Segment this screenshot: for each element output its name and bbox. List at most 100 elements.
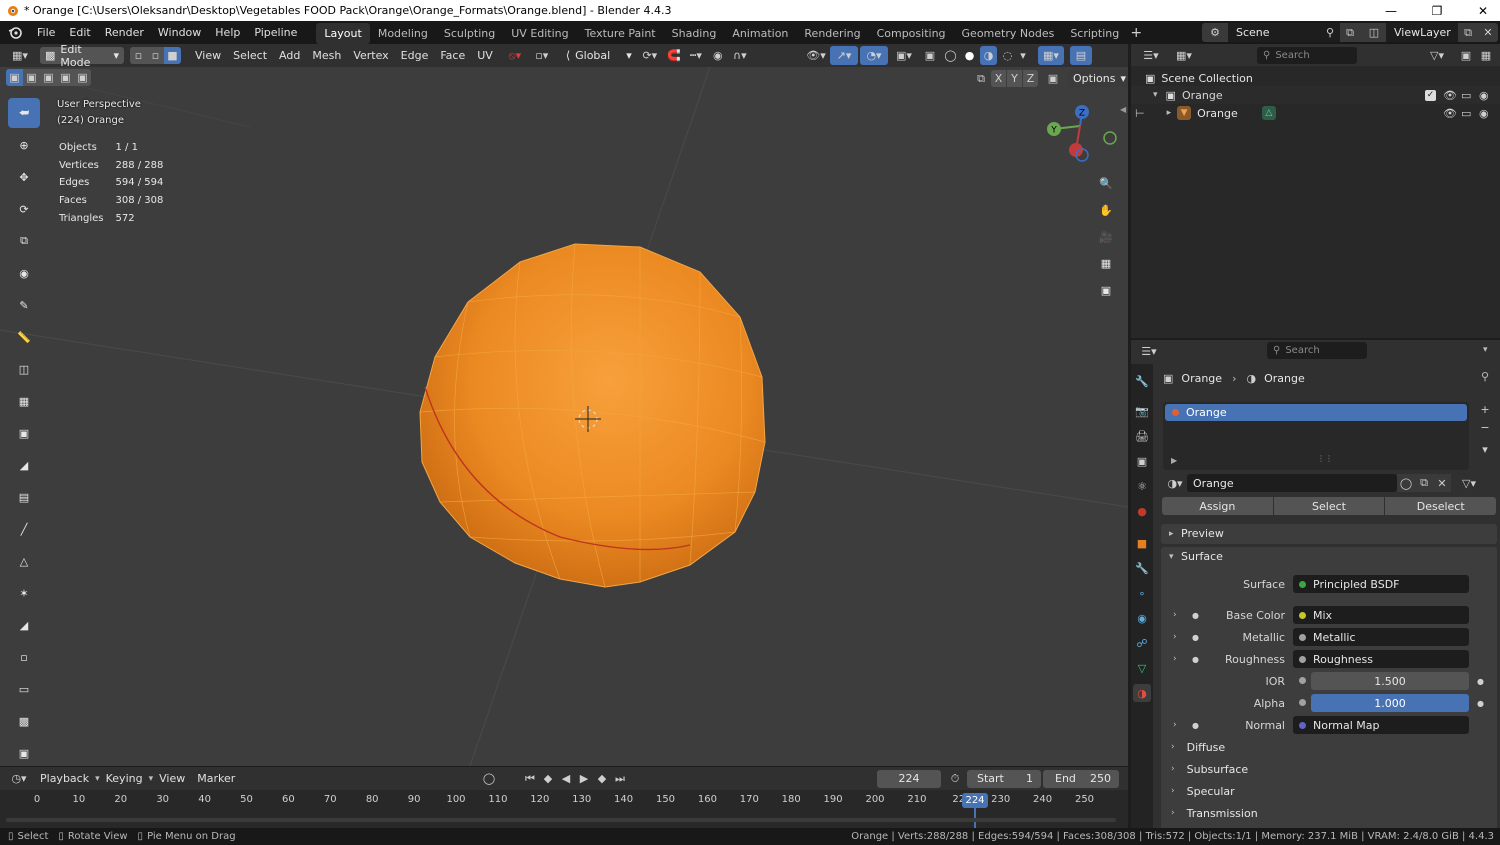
tab-shading[interactable]: Shading	[664, 23, 725, 44]
end-frame-field[interactable]: End 250	[1043, 769, 1119, 788]
outliner-editor-icon[interactable]: ☰▾	[1139, 47, 1163, 64]
edge-slide-tool-icon[interactable]: ▫	[8, 642, 40, 672]
menu-view-timeline[interactable]: View	[153, 769, 191, 788]
chevron-right-icon[interactable]: ▶	[1171, 456, 1177, 465]
select-box-tool-icon[interactable]: ⮨	[8, 98, 40, 128]
tab-layout[interactable]: Layout	[316, 23, 370, 44]
options-dropdown[interactable]: Options ▾	[1068, 70, 1128, 87]
new-collection-icon[interactable]: ▣	[1457, 47, 1475, 64]
material-browse-icon[interactable]: ◑▾	[1163, 474, 1187, 492]
chevron-right-icon[interactable]: ›	[1173, 720, 1177, 730]
close-icon[interactable]: ✕	[1460, 0, 1500, 21]
eye-icon[interactable]: 👁	[1443, 107, 1457, 120]
slot-specials-icon[interactable]: ▾	[1477, 441, 1493, 457]
cursor-tool-icon[interactable]: ⊕	[8, 130, 40, 160]
pin-scene-icon[interactable]: ⚲	[1320, 23, 1340, 42]
base-color-field[interactable]: Mix	[1293, 606, 1469, 624]
outliner-search-input[interactable]: ⚲ Search	[1257, 47, 1357, 64]
material-name-field[interactable]: Orange	[1187, 474, 1397, 492]
stopwatch-icon[interactable]: ⏱	[946, 772, 964, 786]
extrude-tool-icon[interactable]: ▦	[8, 386, 40, 416]
inset-tool-icon[interactable]: ▣	[8, 418, 40, 448]
select-new-icon[interactable]: ▣	[6, 69, 23, 86]
start-frame-field[interactable]: Start 1	[967, 769, 1041, 788]
timeline-editor-icon[interactable]: ◷▾	[4, 769, 34, 788]
modifier-tab-icon[interactable]: 🔧	[1134, 559, 1150, 577]
editor-type-icon[interactable]: ▦▾	[4, 46, 36, 65]
poly-build-tool-icon[interactable]: △	[8, 546, 40, 576]
preview-panel-header[interactable]: ▸ Preview	[1161, 524, 1497, 544]
chevron-right-icon[interactable]: ›	[1173, 610, 1177, 620]
chevron-right-icon[interactable]: ›	[1173, 632, 1177, 642]
menu-edit[interactable]: Edit	[62, 21, 97, 44]
duplicate-material-icon[interactable]: ⧉	[1415, 474, 1433, 492]
gizmo-toggle-icon[interactable]: ↗▾	[830, 46, 858, 65]
knife-tool-icon[interactable]: ╱	[8, 514, 40, 544]
unlink-material-icon[interactable]: ✕	[1433, 474, 1451, 492]
constraints-tab-icon[interactable]: ☍	[1134, 634, 1150, 652]
proportional-edit-icon[interactable]: ◉	[707, 49, 729, 62]
mode-dropdown[interactable]: ▩ Edit Mode ▾	[40, 43, 124, 69]
pan-hand-icon[interactable]: ✋	[1094, 198, 1118, 222]
outliner-scene-collection[interactable]: ▣ Scene Collection	[1145, 69, 1253, 87]
camera-icon[interactable]: ◉	[1479, 107, 1489, 120]
menu-keying[interactable]: Keying	[100, 769, 149, 788]
menu-vertex[interactable]: Vertex	[347, 46, 394, 65]
tab-modeling[interactable]: Modeling	[370, 23, 436, 44]
scene-field[interactable]: Scene	[1228, 23, 1320, 42]
select-intersect-icon[interactable]: ▣	[74, 69, 91, 86]
menu-edge[interactable]: Edge	[395, 46, 435, 65]
menu-add[interactable]: Add	[273, 46, 306, 65]
transform-tool-icon[interactable]: ◉	[8, 258, 40, 288]
orientation-dropdown[interactable]: ⟨ Global ▾	[560, 47, 637, 64]
mirror-z-toggle[interactable]: Z	[1023, 70, 1038, 87]
select-invert-icon[interactable]: ▣	[57, 69, 74, 86]
monitor-icon[interactable]: ▭	[1461, 89, 1471, 102]
roughness-field[interactable]: Roughness	[1293, 650, 1469, 668]
chevron-right-icon[interactable]: ›	[1173, 654, 1177, 664]
tool-tab-icon[interactable]: 🔧	[1134, 372, 1150, 390]
tab-sculpting[interactable]: Sculpting	[436, 23, 503, 44]
tab-compositing[interactable]: Compositing	[869, 23, 954, 44]
outliner-collection-row[interactable]: ▾ ▣ Orange ✓ 👁 ▭ ◉	[1131, 86, 1500, 104]
pivot-icon[interactable]: ⟳▾	[637, 49, 663, 62]
face-select-icon[interactable]: ■	[164, 47, 181, 64]
prev-keyframe-icon[interactable]: ◆	[540, 772, 556, 786]
viewlayer-browse-icon[interactable]: ◫	[1362, 23, 1386, 42]
timeline-scrollbar[interactable]	[6, 818, 1116, 822]
delete-viewlayer-icon[interactable]: ✕	[1478, 23, 1498, 42]
data-tab-icon[interactable]: ▽	[1134, 659, 1150, 677]
play-icon[interactable]: ▶	[576, 772, 592, 786]
mirror-y-toggle[interactable]: Y	[1007, 70, 1022, 87]
wireframe-shading-icon[interactable]: ◯	[942, 46, 959, 65]
menu-window[interactable]: Window	[151, 21, 208, 44]
menu-file[interactable]: File	[30, 21, 62, 44]
new-viewlayer-icon[interactable]: ⧉	[1458, 23, 1478, 42]
move-tool-icon[interactable]: ✥	[8, 162, 40, 192]
subpanel-diffuse[interactable]: › Diffuse	[1171, 738, 1225, 756]
material-tab-icon[interactable]: ◑	[1133, 684, 1151, 702]
mirror-icon[interactable]: ⧉	[972, 70, 990, 87]
alpha-slider[interactable]: 1.000	[1311, 694, 1469, 712]
snap-icon[interactable]: 🧲	[663, 49, 685, 62]
menu-face[interactable]: Face	[434, 46, 471, 65]
jump-start-icon[interactable]: ⏮	[522, 772, 538, 786]
scale-tool-icon[interactable]: ⧉	[8, 226, 40, 256]
subpanel-transmission[interactable]: › Transmission	[1171, 804, 1258, 822]
new-scene-icon[interactable]: ⧉	[1340, 23, 1360, 42]
tab-uv-editing[interactable]: UV Editing	[503, 23, 576, 44]
surface-shader-field[interactable]: Principled BSDF	[1293, 575, 1469, 593]
ior-slider[interactable]: 1.500	[1311, 672, 1469, 690]
mirror-x-toggle[interactable]: X	[991, 70, 1006, 87]
scene-tab-icon[interactable]: ⚛	[1134, 477, 1150, 495]
menu-uv[interactable]: UV	[471, 46, 499, 65]
display-mode-icon[interactable]: ▦▾	[1171, 47, 1197, 64]
tab-scripting[interactable]: Scripting	[1062, 23, 1127, 44]
select-subtract-icon[interactable]: ▣	[40, 69, 57, 86]
render-tab-icon[interactable]: 📷	[1134, 402, 1150, 420]
physics-tab-icon[interactable]: ◉	[1134, 609, 1150, 627]
maximize-icon[interactable]: ❐	[1414, 0, 1460, 21]
current-frame-field[interactable]: 224	[877, 769, 941, 788]
subpanel-specular[interactable]: › Specular	[1171, 782, 1235, 800]
surface-panel-header[interactable]: ▾ Surface	[1161, 547, 1497, 567]
